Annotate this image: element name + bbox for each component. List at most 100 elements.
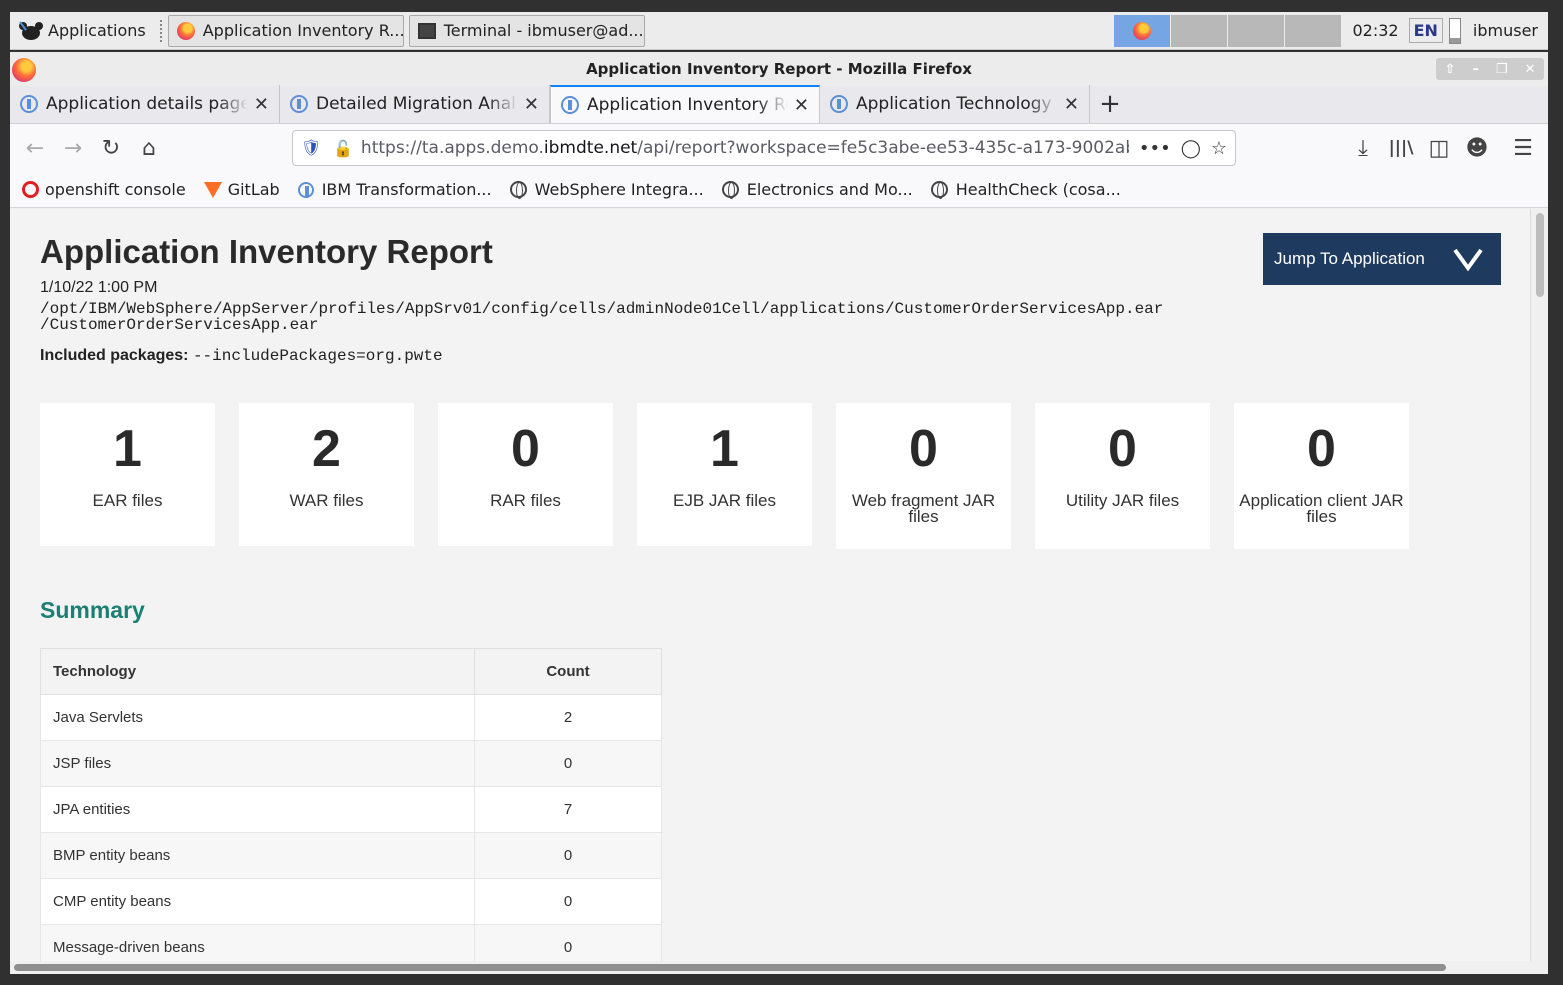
vertical-scrollbar-thumb[interactable] xyxy=(1536,213,1544,297)
bookmark-electronics[interactable]: Electronics and Mo... xyxy=(721,180,913,199)
technology-cell: BMP entity beans xyxy=(40,832,475,879)
window-close-icon[interactable]: ✕ xyxy=(1525,62,1536,77)
tab-application-technology[interactable]: Application Technology E ✕ xyxy=(820,85,1090,123)
transformation-advisor-icon xyxy=(561,96,579,114)
table-header-row: Technology Count xyxy=(40,648,662,695)
workspace-4[interactable] xyxy=(1285,14,1342,47)
bookmark-label: HealthCheck (cosa... xyxy=(955,180,1121,199)
pocket-icon[interactable]: ◯ xyxy=(1181,138,1201,159)
account-button[interactable]: ☻ xyxy=(1458,129,1496,167)
url-bar[interactable]: 🛡 🔓 https://ta.apps.demo.ibmdte.net/api/… xyxy=(292,130,1236,166)
account-icon: ☻ xyxy=(1465,135,1489,161)
technology-cell: JSP files xyxy=(40,740,475,787)
count-cell: 2 xyxy=(474,694,662,741)
window-title: Application Inventory Report - Mozilla F… xyxy=(586,60,972,78)
included-packages-value: --includePackages=org.pwte xyxy=(192,347,443,365)
firefox-icon xyxy=(176,21,195,40)
bookmark-healthcheck[interactable]: HealthCheck (cosa... xyxy=(930,180,1121,199)
new-tab-button[interactable]: + xyxy=(1090,85,1130,123)
terminal-icon xyxy=(417,22,436,39)
column-header-technology: Technology xyxy=(40,648,475,695)
workspace-3[interactable] xyxy=(1228,14,1285,47)
tab-title: Application Technology E xyxy=(856,94,1058,114)
clock[interactable]: 02:32 xyxy=(1342,21,1408,40)
card-application-client-jar-files: 0 Application client JAR files xyxy=(1234,403,1409,549)
card-ejb-jar-files: 1 EJB JAR files xyxy=(637,403,812,546)
applications-menu[interactable]: Applications xyxy=(10,12,154,49)
sidebar-button[interactable]: ◫ xyxy=(1420,129,1458,167)
technology-cell: JPA entities xyxy=(40,786,475,833)
keyboard-layout-indicator[interactable]: EN xyxy=(1408,18,1443,43)
table-row: Message-driven beans 0 xyxy=(40,924,662,961)
hamburger-menu-icon: ☰ xyxy=(1513,135,1533,161)
bookmark-openshift-console[interactable]: openshift console xyxy=(22,180,186,199)
insecure-lock-icon[interactable]: 🔓 xyxy=(333,139,353,158)
card-web-fragment-jar-files: 0 Web fragment JAR files xyxy=(836,403,1011,549)
tab-application-inventory[interactable]: Application Inventory Re ✕ xyxy=(550,85,820,123)
table-row: JPA entities 7 xyxy=(40,786,662,833)
taskbar-firefox-button[interactable]: Application Inventory R... xyxy=(167,14,404,47)
back-button[interactable]: ← xyxy=(16,129,54,167)
tab-close-icon[interactable]: ✕ xyxy=(254,94,269,115)
column-header-count: Count xyxy=(474,648,662,695)
card-count: 0 xyxy=(1307,420,1336,478)
xfce-mouse-icon xyxy=(19,20,43,40)
count-cell: 0 xyxy=(474,740,662,787)
card-label: EAR files xyxy=(92,491,163,510)
vertical-scrollbar[interactable] xyxy=(1530,209,1548,961)
bookmark-websphere-integration[interactable]: WebSphere Integra... xyxy=(509,180,704,199)
reload-button[interactable]: ↻ xyxy=(92,129,130,167)
battery-icon[interactable] xyxy=(1448,17,1461,44)
bookmark-ibm-transformation[interactable]: IBM Transformation... xyxy=(297,180,492,199)
globe-icon xyxy=(930,181,948,199)
bookmark-gitlab[interactable]: GitLab xyxy=(203,180,280,199)
bookmark-label: IBM Transformation... xyxy=(321,180,492,199)
openshift-icon xyxy=(22,181,39,198)
card-count: 0 xyxy=(909,420,938,478)
menu-button[interactable]: ☰ xyxy=(1504,129,1542,167)
tracking-protection-shield-icon[interactable]: 🛡 xyxy=(301,138,321,158)
user-menu[interactable]: ibmuser xyxy=(1473,21,1538,40)
window-up-icon[interactable]: ⇧ xyxy=(1445,62,1456,77)
tab-close-icon[interactable]: ✕ xyxy=(794,95,809,116)
page-actions-icon[interactable]: ••• xyxy=(1139,138,1171,159)
jump-to-application-button[interactable]: Jump To Application xyxy=(1263,233,1501,285)
card-label: RAR files xyxy=(490,491,561,510)
gitlab-icon xyxy=(203,181,222,198)
transformation-advisor-icon xyxy=(297,181,314,198)
forward-arrow-icon: → xyxy=(63,135,83,161)
navigation-toolbar: ← → ↻ ⌂ 🛡 🔓 https://ta.apps.demo.ibmdte.… xyxy=(10,124,1548,172)
window-maximize-icon[interactable]: ❐ xyxy=(1496,62,1508,77)
tab-application-details[interactable]: Application details page ✕ xyxy=(10,85,280,123)
home-button[interactable]: ⌂ xyxy=(130,129,168,167)
forward-button[interactable]: → xyxy=(54,129,92,167)
firefox-icon xyxy=(1133,21,1152,40)
taskbar-terminal-button[interactable]: Terminal - ibmuser@ad... xyxy=(408,14,645,47)
url-prefix: https://ta.apps.demo. xyxy=(360,138,544,158)
downloads-button[interactable]: ⤓ xyxy=(1344,129,1382,167)
bookmark-star-icon[interactable]: ☆ xyxy=(1211,138,1227,159)
card-label: EJB JAR files xyxy=(673,491,776,510)
workspace-2[interactable] xyxy=(1171,14,1228,47)
horizontal-scrollbar-thumb[interactable] xyxy=(14,964,1446,971)
tab-close-icon[interactable]: ✕ xyxy=(1064,94,1079,115)
window-titlebar[interactable]: Application Inventory Report - Mozilla F… xyxy=(10,52,1548,86)
back-arrow-icon: ← xyxy=(25,135,45,161)
included-packages: Included packages: --includePackages=org… xyxy=(40,347,443,365)
technology-cell: Java Servlets xyxy=(40,694,475,741)
firefox-logo-icon xyxy=(12,58,36,82)
tab-title: Application details page xyxy=(46,94,248,114)
tab-detailed-migration-analysis[interactable]: Detailed Migration Analy ✕ xyxy=(280,85,550,123)
report-date: 1/10/22 1:00 PM xyxy=(40,279,158,296)
library-button[interactable]: |||\ xyxy=(1382,129,1420,167)
horizontal-scrollbar[interactable] xyxy=(10,961,1548,974)
url-domain: ibmdte.net xyxy=(543,138,638,158)
plus-icon: + xyxy=(1099,89,1121,119)
transformation-advisor-icon xyxy=(20,95,38,113)
file-count-cards: 1 EAR files 2 WAR files 0 RAR files 1 EJ… xyxy=(40,403,1433,549)
url-text[interactable]: https://ta.apps.demo.ibmdte.net/api/repo… xyxy=(361,138,1129,158)
window-minimize-icon[interactable]: – xyxy=(1472,62,1479,77)
application-path: /opt/IBM/WebSphere/AppServer/profiles/Ap… xyxy=(40,301,1230,333)
workspace-1[interactable] xyxy=(1114,14,1171,47)
tab-close-icon[interactable]: ✕ xyxy=(524,94,539,115)
